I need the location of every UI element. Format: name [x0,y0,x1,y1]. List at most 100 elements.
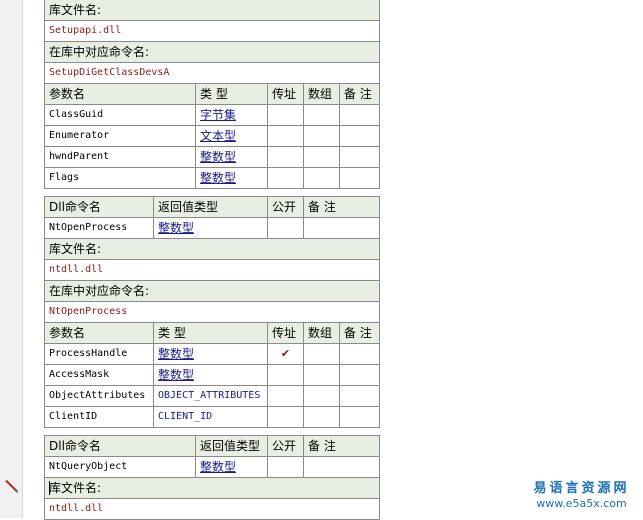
param-array-cell[interactable] [303,105,339,125]
param-byref-cell[interactable] [267,168,303,188]
remark-cell[interactable] [303,218,379,238]
public-cell[interactable] [267,218,303,238]
return-type-value[interactable]: 整数型 [153,218,267,238]
param-array-cell[interactable] [303,168,339,188]
param-array-cell[interactable] [303,126,339,146]
lib-label-row[interactable]: 库文件名: [45,477,379,498]
param-type[interactable]: 整数型 [195,168,267,188]
public-cell[interactable] [267,457,303,477]
lib-value-row[interactable]: Setupapi.dll [45,20,379,41]
param-name[interactable]: Enumerator [45,126,195,146]
param-name-header: 参数名 [49,326,86,340]
cmd-label-row: 在库中对应命令名: [45,280,379,301]
param-array-cell[interactable] [303,407,339,427]
public-header: 公开 [267,436,303,456]
lib-file-value[interactable]: ntdll.dll [45,499,379,519]
param-remark-cell[interactable] [339,407,379,427]
param-remark-cell[interactable] [339,168,379,188]
param-name[interactable]: AccessMask [45,365,153,385]
param-name[interactable]: ClassGuid [45,105,195,125]
param-byref-header: 传址 [267,323,303,343]
return-type-header: 返回值类型 [153,197,267,217]
param-remark-cell[interactable] [339,365,379,385]
param-type[interactable]: OBJECT_ATTRIBUTES [153,386,267,406]
param-remark-header: 备 注 [339,323,379,343]
lib-command-label: 在库中对应命令名: [49,284,150,298]
lib-file-value[interactable]: Setupapi.dll [45,21,379,41]
param-byref-cell[interactable] [267,386,303,406]
gutter-divider [22,0,23,518]
dll-command-row[interactable]: NtQueryObject 整数型 [45,456,379,477]
lib-file-label: 库文件名: [49,242,102,256]
param-type[interactable]: 整数型 [153,365,267,385]
param-name[interactable]: Flags [45,168,195,188]
dll-declaration-table-setupapi: 库文件名: Setupapi.dll 在库中对应命令名: SetupDiGetC… [44,0,380,189]
param-header-row: 参数名 类 型 传址 数组 备 注 [45,322,379,343]
lib-command-value[interactable]: SetupDiGetClassDevsA [45,63,379,83]
remark-header: 备 注 [303,197,379,217]
param-row[interactable]: ObjectAttributes OBJECT_ATTRIBUTES [45,385,379,406]
public-header: 公开 [267,197,303,217]
param-remark-cell[interactable] [339,344,379,364]
lib-file-label: 库文件名: [49,3,102,17]
param-type[interactable]: 文本型 [195,126,267,146]
param-byref-cell[interactable] [267,105,303,125]
param-byref-cell[interactable] [267,147,303,167]
lib-value-row[interactable]: ntdll.dll [45,498,379,519]
lib-value-row[interactable]: ntdll.dll [45,259,379,280]
dll-declaration-table-ntopenprocess: Dll命令名 返回值类型 公开 备 注 NtOpenProcess 整数型 库文… [44,196,380,428]
param-array-cell[interactable] [303,344,339,364]
cmd-label-row: 在库中对应命令名: [45,41,379,62]
param-remark-cell[interactable] [339,147,379,167]
param-type[interactable]: CLIENT_ID [153,407,267,427]
param-row[interactable]: Flags 整数型 [45,167,379,188]
param-type[interactable]: 字节集 [195,105,267,125]
param-row[interactable]: ClassGuid 字节集 [45,104,379,125]
param-type[interactable]: 整数型 [195,147,267,167]
dll-command-name[interactable]: NtOpenProcess [45,218,153,238]
param-array-cell[interactable] [303,365,339,385]
param-byref-header: 传址 [267,84,303,104]
dll-command-name[interactable]: NtQueryObject [45,457,195,477]
param-row[interactable]: ProcessHandle 整数型 ✔ [45,343,379,364]
lib-command-value[interactable]: NtOpenProcess [45,302,379,322]
watermark-url: www.e5a5x.com [536,497,627,510]
lib-file-value[interactable]: ntdll.dll [45,260,379,280]
param-array-cell[interactable] [303,386,339,406]
dll-declaration-table-ntqueryobject: Dll命令名 返回值类型 公开 备 注 NtQueryObject 整数型 库文… [44,435,380,520]
param-row[interactable]: ClientID CLIENT_ID [45,406,379,427]
param-remark-cell[interactable] [339,126,379,146]
param-byref-cell[interactable] [267,126,303,146]
param-name-header: 参数名 [49,87,86,101]
param-array-header: 数组 [303,323,339,343]
return-type-value[interactable]: 整数型 [195,457,267,477]
param-array-cell[interactable] [303,147,339,167]
param-array-header: 数组 [303,84,339,104]
param-name[interactable]: ObjectAttributes [45,386,153,406]
remark-cell[interactable] [303,457,379,477]
lib-file-label[interactable]: 库文件名: [45,478,379,498]
param-row[interactable]: AccessMask 整数型 [45,364,379,385]
param-name[interactable]: hwndParent [45,147,195,167]
param-row[interactable]: hwndParent 整数型 [45,146,379,167]
param-remark-header: 备 注 [339,84,379,104]
param-byref-cell[interactable]: ✔ [267,344,303,364]
param-byref-cell[interactable] [267,407,303,427]
param-row[interactable]: Enumerator 文本型 [45,125,379,146]
text-cursor [49,481,50,495]
cmd-value-row[interactable]: NtOpenProcess [45,301,379,322]
param-remark-cell[interactable] [339,105,379,125]
watermark-title: 易语言资源网 [533,481,630,496]
param-type-header: 类 型 [195,84,267,104]
param-type-header: 类 型 [153,323,267,343]
param-name[interactable]: ProcessHandle [45,344,153,364]
param-remark-cell[interactable] [339,386,379,406]
cmd-value-row[interactable]: SetupDiGetClassDevsA [45,62,379,83]
param-name[interactable]: ClientID [45,407,153,427]
param-type[interactable]: 整数型 [153,344,267,364]
param-byref-cell[interactable] [267,365,303,385]
editor-gutter [0,0,22,518]
dll-command-row[interactable]: NtOpenProcess 整数型 [45,217,379,238]
lib-command-label: 在库中对应命令名: [49,45,150,59]
dll-header-row: Dll命令名 返回值类型 公开 备 注 [45,436,379,456]
